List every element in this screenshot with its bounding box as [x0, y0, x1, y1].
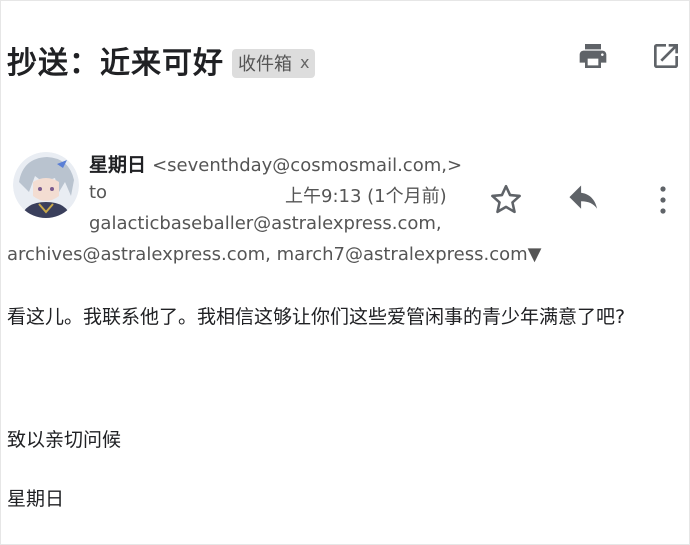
label-text: 收件箱 — [238, 53, 292, 75]
print-icon[interactable] — [577, 40, 609, 72]
subject-row: 抄送：近来可好 收件箱 x — [7, 38, 316, 82]
sender-name[interactable]: 星期日 — [89, 154, 146, 176]
email-signature: 星期日 — [7, 488, 65, 510]
sender-avatar — [13, 152, 79, 218]
email-body: 看这儿。我联系他了。我相信这够让你们这些爱管闲事的青少年满意了吧? — [7, 306, 626, 328]
sender-line: 星期日 <seventhday@cosmosmail.com,> — [89, 150, 462, 177]
email-closing: 致以亲切问候 — [7, 429, 122, 451]
email-subject: 抄送：近来可好 — [7, 46, 224, 81]
to-label: to — [89, 182, 108, 203]
recipients-line-2[interactable]: archives@astralexpress.com, march7@astra… — [7, 244, 542, 265]
open-in-new-icon[interactable] — [650, 40, 682, 72]
recipients-line-1: galacticbaseballer@astralexpress.com, — [89, 213, 442, 234]
sender-email: <seventhday@cosmosmail.com,> — [152, 155, 463, 176]
reply-icon[interactable] — [566, 184, 602, 216]
inbox-label-chip[interactable]: 收件箱 x — [232, 48, 316, 78]
remove-label-button[interactable]: x — [300, 53, 309, 72]
more-vert-icon[interactable] — [652, 182, 674, 218]
message-time: 上午9:13 (1个月前) — [285, 186, 447, 207]
star-icon[interactable] — [488, 182, 524, 218]
